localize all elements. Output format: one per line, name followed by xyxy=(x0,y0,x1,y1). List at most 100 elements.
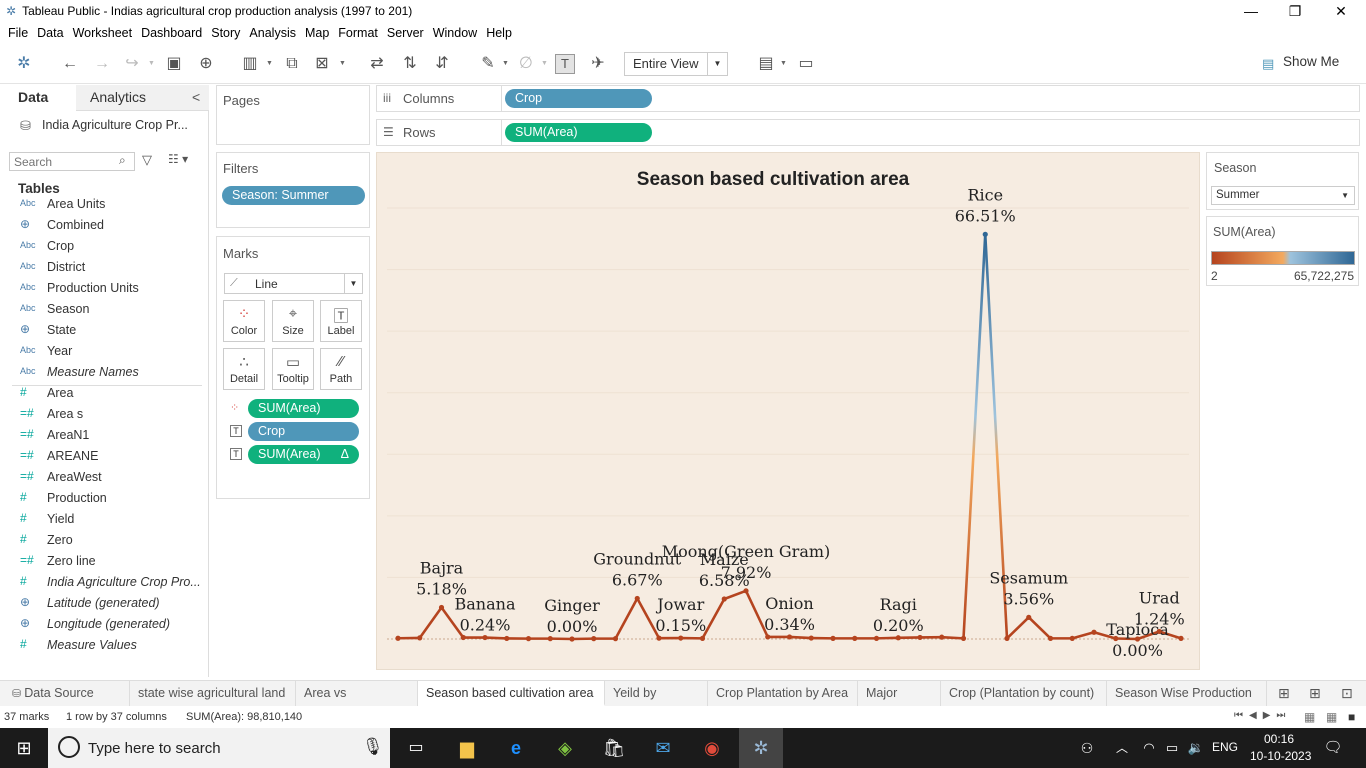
mail-icon[interactable]: ✉ xyxy=(643,728,683,768)
view-options-icon[interactable]: ☷ ▾ xyxy=(168,152,188,166)
restore-button[interactable]: ❐ xyxy=(1272,0,1318,22)
windows-start-icon[interactable]: ⊞ xyxy=(4,728,44,768)
chevron-down-icon[interactable]: ▼ xyxy=(148,60,155,67)
minimize-button[interactable]: — xyxy=(1228,0,1274,22)
sort-ascending-icon[interactable]: ⇅ xyxy=(398,52,422,76)
cards-icon[interactable]: ▤ xyxy=(754,52,778,76)
tableau-home-icon[interactable]: ✲ xyxy=(12,52,36,76)
field-production-units[interactable]: Abc Production Units xyxy=(0,279,205,300)
field-season[interactable]: Abc Season xyxy=(0,300,205,321)
battery-icon[interactable]: ▭ xyxy=(1162,728,1182,768)
menu-analysis[interactable]: Analysis xyxy=(249,26,296,40)
menu-worksheet[interactable]: Worksheet xyxy=(73,26,133,40)
field-areawest[interactable]: =# AreaWest xyxy=(0,468,205,489)
marks-pill-crop-label[interactable]: Crop xyxy=(248,422,359,441)
marks-size-button[interactable]: ⌖ Size xyxy=(272,300,314,342)
field-arean1[interactable]: =# AreaN1 xyxy=(0,426,205,447)
marks-color-button[interactable]: ⁘ Color xyxy=(223,300,265,342)
save-icon[interactable]: ▣ xyxy=(162,52,186,76)
chart-view[interactable]: Season based cultivation area Bajra 5.18% B… xyxy=(376,152,1200,670)
tab-data[interactable]: Data xyxy=(18,89,48,105)
tab-area-vs-production[interactable]: Area vs Production xyxy=(296,681,418,725)
new-datasource-icon[interactable]: ⊕ xyxy=(194,52,218,76)
bluestacks-icon[interactable]: ◈ xyxy=(545,728,585,768)
store-icon[interactable]: 🛍 xyxy=(594,728,634,768)
chevron-down-icon[interactable]: ▼ xyxy=(541,60,548,67)
microphone-icon[interactable]: 🎙 xyxy=(362,737,384,757)
language-indicator[interactable]: ENG xyxy=(1212,740,1238,754)
menu-file[interactable]: File xyxy=(8,26,28,40)
line-chart[interactable]: Season based cultivation areaBajra5.18%B… xyxy=(377,153,1199,669)
field-measure-values[interactable]: # Measure Values xyxy=(0,636,205,657)
chrome-icon[interactable]: ◉ xyxy=(692,728,732,768)
new-worksheet-tab-icon[interactable]: ⊞ xyxy=(1278,685,1290,702)
field-area-s[interactable]: =# Area s xyxy=(0,405,205,426)
edge-icon[interactable]: e xyxy=(496,728,536,768)
color-ramp[interactable] xyxy=(1211,251,1355,265)
tab-data-source[interactable]: ⛁ Data Source xyxy=(4,681,130,706)
task-view-icon[interactable]: ▭ xyxy=(398,728,434,768)
field-search-input[interactable] xyxy=(9,152,135,171)
new-worksheet-icon[interactable]: ▥ xyxy=(238,52,262,76)
menu-window[interactable]: Window xyxy=(433,26,477,40)
mark-type-dropdown[interactable]: ⟋ Line ▼ xyxy=(224,273,363,294)
taskbar-search[interactable]: Type here to search 🎙 xyxy=(48,728,390,768)
marks-detail-button[interactable]: ∴ Detail xyxy=(223,348,265,390)
field-zero[interactable]: # Zero xyxy=(0,531,205,552)
clock-time[interactable]: 00:16 xyxy=(1264,732,1294,746)
marks-pill-sum-area-label[interactable]: SUM(Area) Δ xyxy=(248,445,359,464)
field-latitude-generated[interactable]: ⊕ Latitude (generated) xyxy=(0,594,205,615)
season-filter-dropdown[interactable]: Summer ▼ xyxy=(1211,186,1355,205)
field-state[interactable]: ⊕ State xyxy=(0,321,205,342)
marks-path-button[interactable]: ⁄⁄ Path xyxy=(320,348,362,390)
field-crop[interactable]: Abc Crop xyxy=(0,237,205,258)
filters-shelf[interactable]: Filters Season: Summer xyxy=(216,152,370,228)
volume-icon[interactable]: 🔉 xyxy=(1184,728,1208,768)
field-area-units[interactable]: Abc Area Units xyxy=(0,195,205,216)
new-dashboard-tab-icon[interactable]: ⊞ xyxy=(1309,685,1321,702)
swap-icon[interactable]: ⇄ xyxy=(365,52,389,76)
notifications-icon[interactable]: 🗨 xyxy=(1320,728,1346,768)
chevron-down-icon[interactable]: ▼ xyxy=(780,60,787,67)
rows-shelf[interactable]: ☰ Rows SUM(Area) xyxy=(376,119,1360,146)
menu-map[interactable]: Map xyxy=(305,26,329,40)
tab-crop-plantation-by-count[interactable]: Crop (Plantation by count) xyxy=(941,681,1107,706)
tabs-view-icon[interactable]: ▦ xyxy=(1326,710,1337,724)
tab-season-wise-production[interactable]: Season Wise Production xyxy=(1107,681,1267,706)
tab-analytics[interactable]: Analytics xyxy=(90,89,146,105)
tab-state-wise-agricultural-land[interactable]: state wise agricultural land xyxy=(130,681,296,706)
chevron-down-icon[interactable]: ▼ xyxy=(339,60,346,67)
columns-shelf[interactable]: iii Columns Crop xyxy=(376,85,1360,112)
menu-story[interactable]: Story xyxy=(211,26,240,40)
clear-sheet-icon[interactable]: ⊠ xyxy=(310,52,334,76)
undo-icon[interactable]: ← xyxy=(58,52,82,76)
field-combined[interactable]: ⊕ Combined xyxy=(0,216,205,237)
fit-dropdown[interactable]: Entire View ▼ xyxy=(624,52,728,76)
sort-descending-icon[interactable]: ⇵ xyxy=(430,52,454,76)
show-labels-icon[interactable]: T xyxy=(555,54,575,74)
file-explorer-icon[interactable]: ▆ xyxy=(447,728,487,768)
tab-major-crops[interactable]: Major Crops xyxy=(858,681,941,725)
field-yield[interactable]: # Yield xyxy=(0,510,205,531)
redo-icon[interactable]: → xyxy=(90,52,114,76)
presentation-icon[interactable]: ▭ xyxy=(794,52,818,76)
tableau-taskbar-icon[interactable]: ✲ xyxy=(739,728,783,768)
menu-help[interactable]: Help xyxy=(486,26,512,40)
new-story-tab-icon[interactable]: ⊡ xyxy=(1341,685,1353,702)
pin-icon[interactable]: ✈ xyxy=(586,52,610,76)
field-areane[interactable]: =# AREANE xyxy=(0,447,205,468)
wifi-icon[interactable]: ◠ xyxy=(1138,728,1160,768)
clock-date[interactable]: 10-10-2023 xyxy=(1250,749,1311,763)
columns-pill-crop[interactable]: Crop xyxy=(505,89,652,108)
menu-dashboard[interactable]: Dashboard xyxy=(141,26,202,40)
marks-tooltip-button[interactable]: ▭ Tooltip xyxy=(272,348,314,390)
close-button[interactable]: ✕ xyxy=(1318,0,1364,22)
field-production[interactable]: # Production xyxy=(0,489,205,510)
field-india-agriculture-crop-pro[interactable]: # India Agriculture Crop Pro... xyxy=(0,573,205,594)
replay-icon[interactable]: ↪ xyxy=(120,52,144,76)
pages-shelf[interactable]: Pages xyxy=(216,85,370,145)
filter-icon[interactable]: ▽ xyxy=(142,152,152,168)
highlight-icon[interactable]: ✎ xyxy=(476,52,500,76)
tab-season-based-cultivation-area[interactable]: Season based cultivation area xyxy=(418,681,605,706)
marks-label-button[interactable]: 🅃 Label xyxy=(320,300,362,342)
